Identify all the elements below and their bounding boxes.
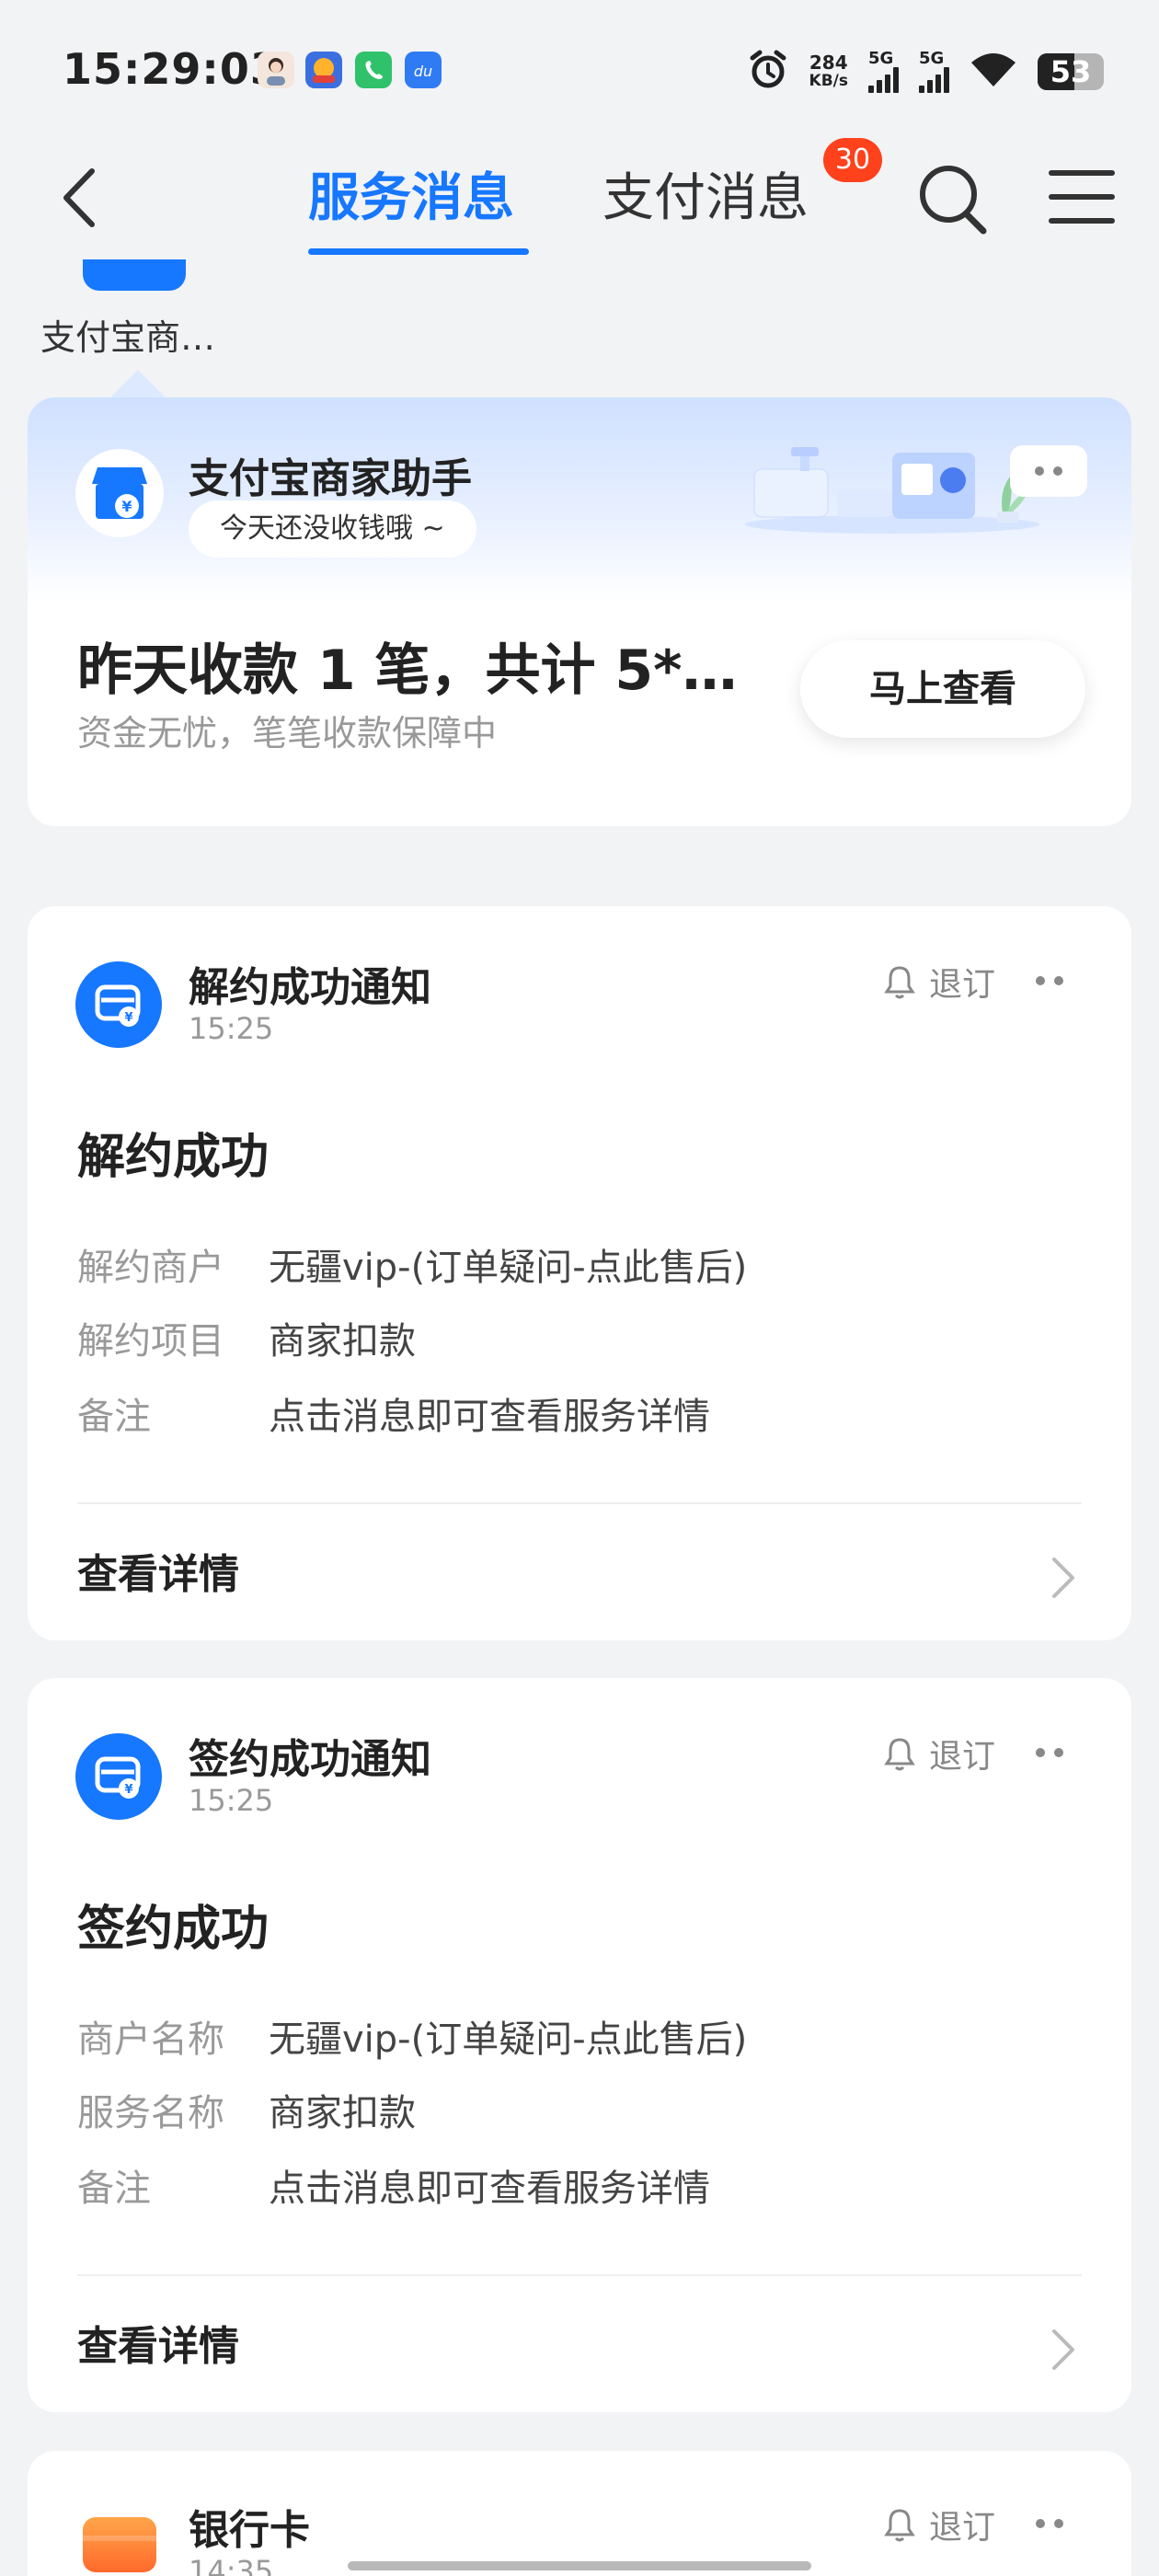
chevron-right-icon	[1052, 1558, 1074, 1598]
card-more-button[interactable]	[1036, 2519, 1063, 2528]
view-now-button[interactable]: 马上查看	[800, 640, 1085, 738]
unsubscribe-button[interactable]: 退订	[883, 1730, 995, 1777]
unsubscribe-button[interactable]: 退订	[883, 2501, 995, 2548]
chevron-right-icon	[1052, 2329, 1074, 2370]
home-indicator[interactable]	[348, 2561, 811, 2570]
signal-sim1: 5G	[868, 51, 899, 93]
unsign-success-card[interactable]: ¥ 解约成功通知 15:25 退订 解约成功 解约商户 无疆vip-(订单疑问-…	[28, 906, 1131, 1640]
active-tab-indicator	[308, 248, 529, 255]
card-heading: 解约成功	[77, 1130, 270, 1185]
card-title: 签约成功通知	[189, 1736, 431, 1783]
card-time: 15:25	[189, 1011, 274, 1046]
promo-subtitle: 资金无忧，笔笔收款保障中	[77, 713, 498, 753]
status-time: 15:29:03	[63, 44, 281, 94]
shop-shortcut-label[interactable]: 支付宝商…	[40, 309, 215, 360]
svg-text:du: du	[414, 63, 432, 80]
unread-count-badge: 30	[823, 138, 882, 182]
view-details-link[interactable]: 查看详情	[77, 1541, 239, 1600]
status-bar: 15:29:03 du 284 KB/s 5G 5G 53	[0, 0, 1159, 138]
bell-icon	[884, 1738, 915, 1771]
wifi-icon	[970, 52, 1017, 92]
phone-app-icon	[355, 52, 392, 88]
signal-bars-icon	[868, 67, 899, 93]
battery-indicator: 53	[1038, 53, 1104, 90]
bell-icon	[884, 2509, 915, 2542]
merchant-assistant-avatar: ¥	[75, 449, 164, 537]
promo-more-button[interactable]	[1010, 445, 1087, 497]
svg-text:¥: ¥	[124, 1011, 132, 1025]
card-pointer	[110, 370, 166, 397]
sign-success-card[interactable]: ¥ 签约成功通知 15:25 退订 签约成功 商户名称 无疆vip-(订单疑问-…	[28, 1678, 1131, 2412]
card-more-button[interactable]	[1036, 1748, 1063, 1757]
merchant-assistant-card[interactable]: ¥ 支付宝商家助手 今天还没收钱哦 ~ 昨天收款 1 笔，共计 5*… 资金无忧…	[28, 397, 1131, 826]
more-dots-icon	[1036, 976, 1045, 985]
more-dots-icon	[1035, 466, 1044, 476]
card-time: 14:35	[189, 2554, 274, 2576]
signal-sim2: 5G	[919, 51, 949, 93]
bank-card-icon	[83, 2517, 156, 2572]
view-details-link[interactable]: 查看详情	[77, 2313, 239, 2372]
agreement-icon: ¥	[75, 961, 162, 1048]
network-speed: 284 KB/s	[809, 52, 848, 90]
svg-text:¥: ¥	[121, 498, 132, 515]
avatar-app-icon	[258, 52, 294, 88]
card-title: 解约成功通知	[189, 964, 431, 1011]
tab-payment-messages[interactable]: 支付消息	[602, 156, 809, 231]
yesterday-income-headline: 昨天收款 1 笔，共计 5*…	[77, 638, 738, 703]
search-button[interactable]	[915, 161, 989, 235]
more-dots-icon	[1036, 1748, 1045, 1757]
game-app-icon	[305, 52, 342, 88]
svg-text:¥: ¥	[124, 1783, 132, 1797]
assistant-speech-bubble: 今天还没收钱哦 ~	[189, 500, 476, 558]
tab-service-messages[interactable]: 服务消息	[308, 156, 514, 231]
back-button[interactable]	[48, 166, 112, 230]
more-dots-icon	[1036, 2519, 1045, 2528]
baidu-app-icon: du	[405, 52, 442, 88]
search-icon	[920, 166, 987, 235]
alarm-icon	[747, 49, 789, 95]
divider	[77, 2274, 1082, 2276]
bank-card-notification[interactable]: 银行卡 14:35 退订	[28, 2451, 1131, 2576]
back-arrow-icon	[63, 168, 95, 227]
cashier-illustration	[736, 425, 1039, 535]
divider	[77, 1502, 1082, 1504]
card-title: 银行卡	[189, 2507, 310, 2554]
store-icon: ¥	[92, 467, 147, 519]
card-heading: 签约成功	[77, 1902, 270, 1957]
card-time: 15:25	[189, 1783, 274, 1818]
shop-tag-pill	[83, 259, 186, 291]
signal-bars-icon	[919, 67, 949, 93]
merchant-assistant-title: 支付宝商家助手	[189, 455, 472, 502]
menu-button[interactable]	[1049, 170, 1115, 225]
agreement-icon: ¥	[75, 1733, 162, 1820]
card-more-button[interactable]	[1036, 976, 1063, 985]
menu-icon	[1049, 170, 1115, 176]
top-nav: 服务消息 支付消息 30	[0, 138, 1159, 258]
unsubscribe-button[interactable]: 退订	[883, 958, 995, 1006]
bell-icon	[884, 966, 915, 999]
